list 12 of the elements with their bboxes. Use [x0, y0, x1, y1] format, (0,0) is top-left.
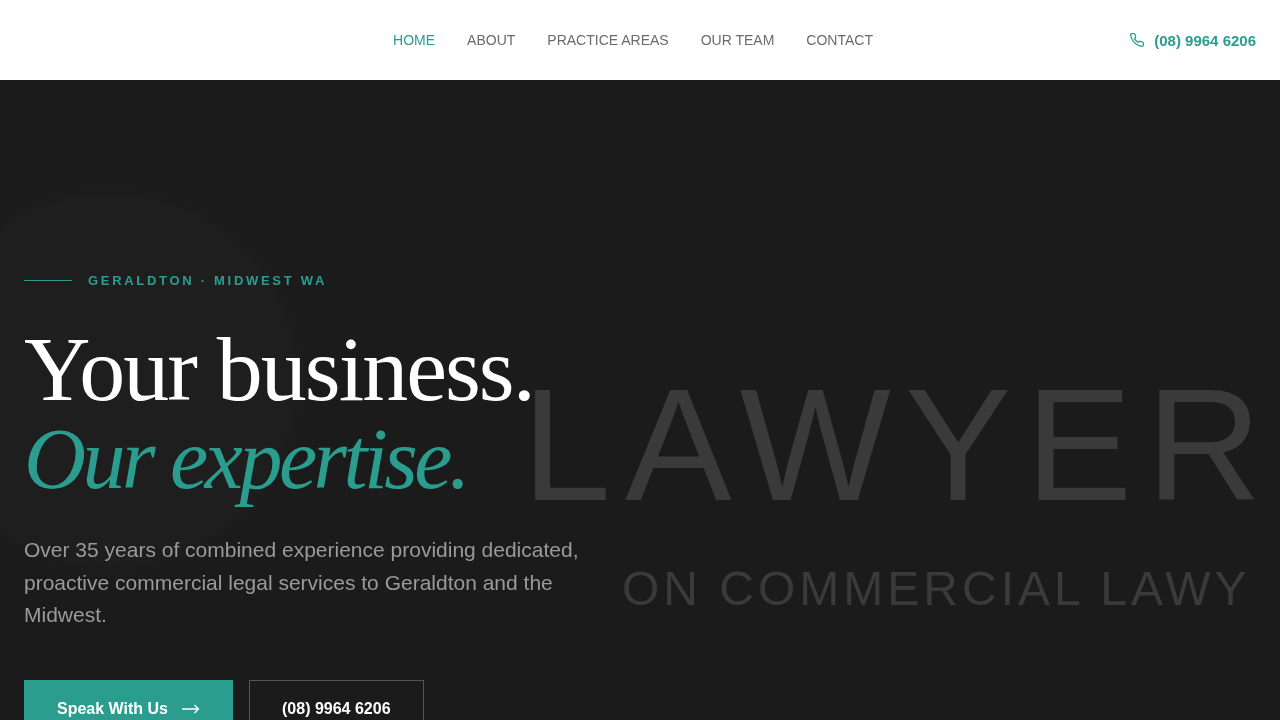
phone-icon	[1130, 33, 1145, 47]
nav-link[interactable]: HOME	[393, 32, 436, 48]
phone-link[interactable]: (08) 9964 6206	[1130, 31, 1256, 49]
arrow-right-icon	[182, 703, 200, 714]
hero-intro: Over 35 years of combined experience providing dedicated, proactive commercial legal services to Geraldton and the Midwest.	[24, 537, 580, 628]
nav-link[interactable]: CONTACT	[806, 32, 873, 48]
nav-link[interactable]: PRACTICE AREAS	[547, 32, 669, 48]
speak-button[interactable]: Speak With Us	[24, 679, 233, 720]
phone-button[interactable]: (08) 9964 6206	[249, 679, 424, 720]
nav-link[interactable]: ABOUT	[467, 32, 516, 48]
location-eyebrow: GERALDTON · MIDWEST WA	[88, 272, 327, 288]
nav-link[interactable]: OUR TEAM	[700, 32, 775, 48]
